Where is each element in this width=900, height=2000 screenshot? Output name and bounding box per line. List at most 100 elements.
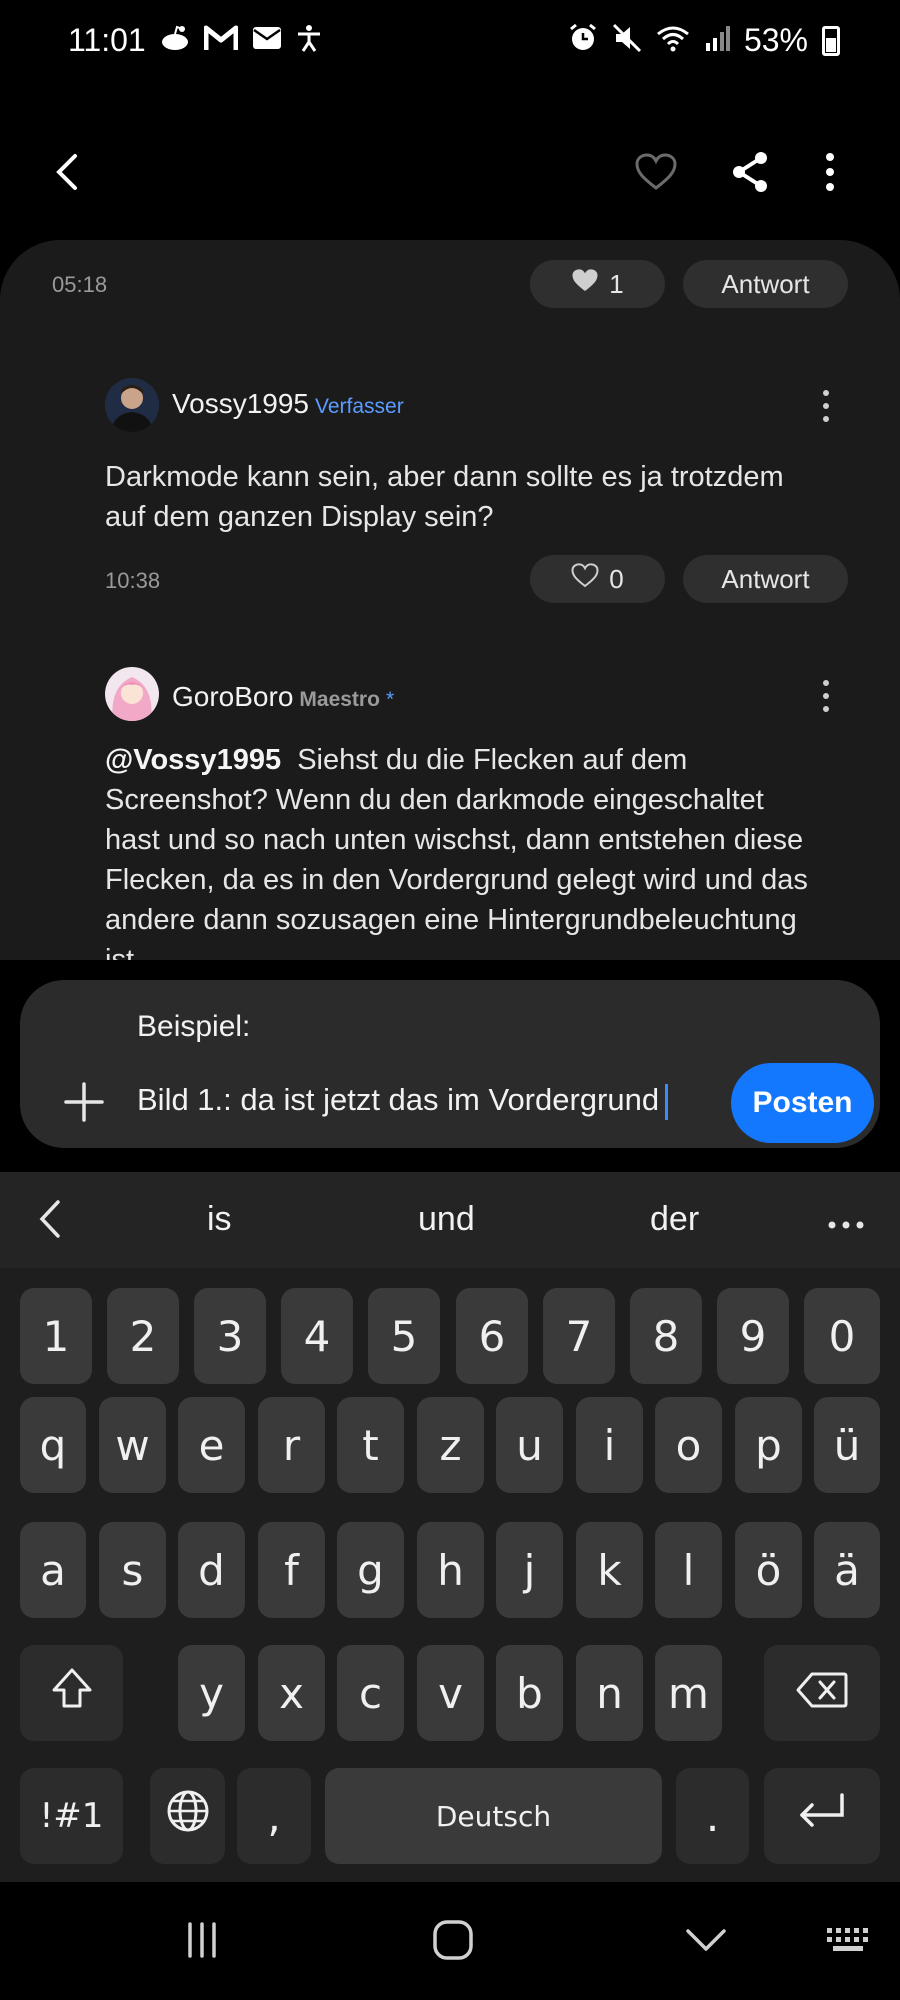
key-ue[interactable]: ü [814, 1397, 880, 1493]
key-w[interactable]: w [99, 1397, 166, 1493]
more-vertical-icon[interactable] [806, 148, 854, 196]
key-v[interactable]: v [417, 1645, 484, 1741]
more-horizontal-icon[interactable] [828, 1216, 864, 1234]
like-count: 0 [609, 563, 624, 594]
key-oe[interactable]: ö [735, 1522, 802, 1618]
share-icon[interactable] [726, 148, 774, 196]
suggestion-item[interactable]: der [650, 1200, 699, 1239]
wifi-icon [656, 24, 690, 57]
key-m[interactable]: m [655, 1645, 722, 1741]
comment-more-icon[interactable] [814, 676, 838, 716]
key-u[interactable]: u [496, 1397, 563, 1493]
key-e[interactable]: e [178, 1397, 245, 1493]
key-6[interactable]: 6 [456, 1288, 528, 1384]
key-0[interactable]: 0 [804, 1288, 880, 1384]
key-n[interactable]: n [576, 1645, 643, 1741]
key-y[interactable]: y [178, 1645, 245, 1741]
reply-input[interactable]: Bild 1.: da ist jetzt das im Vordergrund [137, 1082, 669, 1120]
post-button[interactable]: Posten [731, 1063, 874, 1143]
rank-star: * [385, 688, 395, 711]
key-7[interactable]: 7 [543, 1288, 615, 1384]
comment-more-icon[interactable] [814, 386, 838, 426]
user-mention[interactable]: @Vossy1995 [105, 744, 281, 776]
text-caret [665, 1083, 669, 1120]
key-8[interactable]: 8 [630, 1288, 702, 1384]
rank-badge: Maestro [299, 688, 380, 711]
keyboard-icon[interactable] [820, 1912, 876, 1968]
key-i[interactable]: i [576, 1397, 643, 1493]
system-icons: 53% [568, 22, 840, 59]
period-key[interactable]: . [676, 1768, 749, 1864]
alarm-icon [568, 23, 598, 58]
comment-author[interactable]: Vossy1995 Verfasser [172, 388, 404, 420]
top-app-bar [0, 120, 900, 220]
comment-author[interactable]: GoroBoro Maestro * [172, 681, 394, 713]
key-d[interactable]: d [178, 1522, 245, 1618]
suggestion-bar: is und der [0, 1172, 900, 1268]
enter-icon [796, 1791, 848, 1841]
like-count: 1 [609, 268, 624, 299]
globe-icon [166, 1789, 210, 1843]
comment-text: @Vossy1995 Siehst du die Flecken auf dem… [105, 744, 808, 960]
language-key[interactable] [150, 1768, 225, 1864]
suggestion-item[interactable]: is [207, 1200, 232, 1239]
space-key[interactable]: Deutsch [325, 1768, 662, 1864]
recents-icon[interactable] [174, 1912, 230, 1968]
shift-key[interactable] [20, 1645, 123, 1741]
key-c[interactable]: c [337, 1645, 404, 1741]
key-r[interactable]: r [258, 1397, 325, 1493]
key-a[interactable]: a [20, 1522, 86, 1618]
like-button[interactable]: 1 [530, 260, 665, 308]
avatar[interactable] [105, 378, 159, 432]
key-j[interactable]: j [496, 1522, 563, 1618]
key-p[interactable]: p [735, 1397, 802, 1493]
home-icon[interactable] [425, 1912, 481, 1968]
username: Vossy1995 [172, 388, 309, 419]
key-5[interactable]: 5 [368, 1288, 440, 1384]
key-3[interactable]: 3 [194, 1288, 266, 1384]
key-q[interactable]: q [20, 1397, 86, 1493]
key-x[interactable]: x [258, 1645, 325, 1741]
thread-panel[interactable]: 05:18 1 Antwort Vossy1995 Verfasser Darkm… [0, 240, 900, 960]
hide-keyboard-icon[interactable] [678, 1912, 734, 1968]
key-s[interactable]: s [99, 1522, 166, 1618]
backspace-key[interactable] [764, 1645, 880, 1741]
reply-button[interactable]: Antwort [683, 260, 848, 308]
key-k[interactable]: k [576, 1522, 643, 1618]
chevron-left-icon[interactable] [36, 1198, 62, 1245]
key-b[interactable]: b [496, 1645, 563, 1741]
post-timestamp: 05:18 [52, 272, 108, 297]
status-time: 11:01 [68, 22, 146, 58]
suggestion-item[interactable]: und [418, 1200, 475, 1239]
symbols-key[interactable]: !#1 [20, 1768, 123, 1864]
heart-filled-icon [571, 268, 599, 300]
key-l[interactable]: l [655, 1522, 722, 1618]
signal-icon [704, 25, 730, 56]
reply-button[interactable]: Antwort [683, 555, 848, 603]
key-h[interactable]: h [417, 1522, 484, 1618]
key-4[interactable]: 4 [281, 1288, 353, 1384]
key-f[interactable]: f [258, 1522, 325, 1618]
system-nav-bar [0, 1882, 900, 2000]
like-button[interactable]: 0 [530, 555, 665, 603]
author-badge: Verfasser [315, 395, 404, 418]
key-g[interactable]: g [337, 1522, 404, 1618]
comment-text: Darkmode kann sein, aber dann sollte es … [105, 461, 784, 533]
shift-icon [50, 1666, 94, 1720]
back-arrow-icon[interactable] [44, 148, 92, 196]
battery-icon [822, 25, 840, 56]
comma-key[interactable]: , [237, 1768, 311, 1864]
key-2[interactable]: 2 [107, 1288, 179, 1384]
key-o[interactable]: o [655, 1397, 722, 1493]
quoted-text: Beispiel: [137, 1010, 251, 1043]
enter-key[interactable] [764, 1768, 880, 1864]
heart-outline-icon[interactable] [632, 148, 680, 196]
key-9[interactable]: 9 [717, 1288, 789, 1384]
key-t[interactable]: t [337, 1397, 404, 1493]
key-ae[interactable]: ä [814, 1522, 880, 1618]
add-attachment-icon[interactable] [62, 1080, 106, 1124]
key-1[interactable]: 1 [20, 1288, 92, 1384]
avatar[interactable] [105, 667, 159, 721]
key-z[interactable]: z [417, 1397, 484, 1493]
reply-composer: Beispiel: Bild 1.: da ist jetzt das im V… [20, 980, 880, 1148]
